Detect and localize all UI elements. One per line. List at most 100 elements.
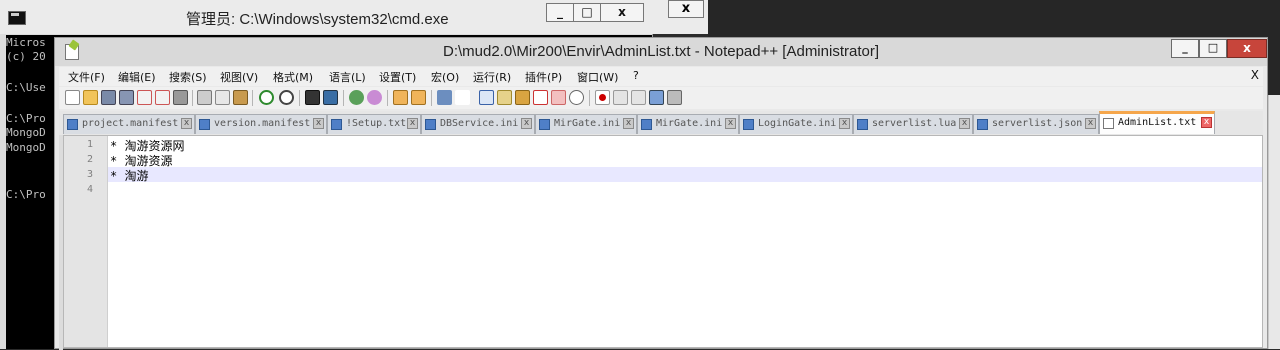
tab-serverlist-json[interactable]: serverlist.json x bbox=[973, 114, 1099, 134]
menu-bar: 文件(F) 编辑(E) 搜索(S) 视图(V) 格式(M) 语言(L) 设置(T… bbox=[59, 67, 1263, 86]
file-icon bbox=[425, 119, 436, 130]
tab-label: project.manifest bbox=[82, 118, 179, 129]
zoom-out-icon[interactable] bbox=[367, 90, 382, 105]
tab-project-manifest[interactable]: project.manifest x bbox=[63, 114, 195, 134]
menu-file[interactable]: 文件(F) bbox=[68, 69, 105, 85]
cmd-close-button[interactable]: x bbox=[600, 3, 644, 22]
tab-close-icon[interactable]: x bbox=[839, 118, 850, 129]
background-window-edge bbox=[1268, 95, 1280, 349]
save-macro-icon[interactable] bbox=[667, 90, 682, 105]
tab-close-icon[interactable]: x bbox=[1085, 118, 1096, 129]
npp-maximize-button[interactable]: □ bbox=[1199, 39, 1227, 58]
monitoring-eye-icon[interactable] bbox=[569, 90, 584, 105]
cmd-line: C:\Use bbox=[6, 81, 46, 94]
toolbar-separator bbox=[252, 90, 253, 106]
tab-version-manifest[interactable]: version.manifest x bbox=[195, 114, 327, 134]
tab-close-icon[interactable]: x bbox=[407, 118, 418, 129]
cmd-line: MongoD bbox=[6, 141, 46, 154]
menu-format[interactable]: 格式(M) bbox=[273, 69, 313, 85]
tab-label: DBService.ini bbox=[440, 118, 519, 129]
menu-settings[interactable]: 设置(T) bbox=[379, 69, 416, 85]
text-editor[interactable]: 1 2 3 4 * 淘游资源网 * 淘游资源 * 淘游 bbox=[63, 135, 1263, 348]
toolbar-separator bbox=[192, 90, 193, 106]
doc-map-icon[interactable] bbox=[497, 90, 512, 105]
file-icon bbox=[199, 119, 210, 130]
tab-close-icon[interactable]: x bbox=[1201, 117, 1212, 128]
run-macro-multiple-icon[interactable] bbox=[649, 90, 664, 105]
tab-close-icon[interactable]: x bbox=[623, 118, 634, 129]
tab-serverlist-lua[interactable]: serverlist.lua x bbox=[853, 114, 973, 134]
cmd-line: Micros bbox=[6, 36, 46, 49]
tab-label: serverlist.json bbox=[992, 118, 1083, 129]
code-line: * 淘游资源 bbox=[110, 154, 173, 168]
tab-close-icon[interactable]: x bbox=[521, 118, 532, 129]
tab-bar: project.manifest x version.manifest x !S… bbox=[59, 111, 1263, 135]
show-all-chars-icon[interactable] bbox=[455, 90, 470, 105]
cmd-maximize-button[interactable]: □ bbox=[573, 3, 601, 22]
open-file-icon[interactable] bbox=[83, 90, 98, 105]
menu-language[interactable]: 语言(L) bbox=[329, 69, 366, 85]
playback-macro-icon[interactable] bbox=[631, 90, 646, 105]
tab-label: AdminList.txt bbox=[1118, 117, 1197, 128]
close-document-icon[interactable]: X bbox=[1251, 68, 1259, 82]
cmd-line: C:\Pro bbox=[6, 188, 46, 201]
cmd-title-bar[interactable]: 管理员: C:\Windows\system32\cmd.exe _ □ x bbox=[0, 0, 652, 34]
undo-icon[interactable] bbox=[259, 90, 274, 105]
save-icon[interactable] bbox=[101, 90, 116, 105]
menu-window[interactable]: 窗口(W) bbox=[577, 69, 618, 85]
new-file-icon[interactable] bbox=[65, 90, 80, 105]
menu-run[interactable]: 运行(R) bbox=[473, 69, 511, 85]
tab-close-icon[interactable]: x bbox=[725, 118, 736, 129]
cmd-window-title: 管理员: C:\Windows\system32\cmd.exe bbox=[186, 11, 449, 28]
indent-guide-icon[interactable] bbox=[479, 90, 494, 105]
tab-close-icon[interactable]: x bbox=[313, 118, 324, 129]
menu-view[interactable]: 视图(V) bbox=[220, 69, 258, 85]
print-icon[interactable] bbox=[173, 90, 188, 105]
background-close-button[interactable]: x bbox=[668, 0, 704, 18]
menu-edit[interactable]: 编辑(E) bbox=[118, 69, 156, 85]
cut-icon[interactable] bbox=[197, 90, 212, 105]
stop-record-icon[interactable] bbox=[613, 90, 628, 105]
menu-help[interactable]: ? bbox=[633, 69, 639, 82]
tab-close-icon[interactable]: x bbox=[959, 118, 970, 129]
npp-minimize-button[interactable]: _ bbox=[1171, 39, 1199, 58]
tab-label: version.manifest bbox=[214, 118, 311, 129]
paste-icon[interactable] bbox=[233, 90, 248, 105]
replace-icon[interactable] bbox=[323, 90, 338, 105]
tab-close-icon[interactable]: x bbox=[181, 118, 192, 129]
function-list-icon[interactable] bbox=[515, 90, 530, 105]
copy-icon[interactable] bbox=[215, 90, 230, 105]
record-macro-icon[interactable] bbox=[595, 90, 610, 105]
npp-title-bar[interactable]: D:\mud2.0\Mir200\Envir\AdminList.txt - N… bbox=[55, 38, 1267, 66]
tab-setup-txt[interactable]: !Setup.txt x bbox=[327, 114, 421, 134]
toolbar-separator bbox=[387, 90, 388, 106]
tab-logingate-ini[interactable]: LoginGate.ini x bbox=[739, 114, 853, 134]
find-icon[interactable] bbox=[305, 90, 320, 105]
close-all-icon[interactable] bbox=[155, 90, 170, 105]
menu-macro[interactable]: 宏(O) bbox=[431, 69, 459, 85]
file-icon bbox=[539, 119, 550, 130]
sync-vertical-icon[interactable] bbox=[393, 90, 408, 105]
cmd-minimize-button[interactable]: _ bbox=[546, 3, 574, 22]
file-icon bbox=[641, 119, 652, 130]
menu-search[interactable]: 搜索(S) bbox=[169, 69, 207, 85]
word-wrap-icon[interactable] bbox=[437, 90, 452, 105]
save-all-icon[interactable] bbox=[119, 90, 134, 105]
folder-workspace-icon[interactable] bbox=[551, 90, 566, 105]
code-line: * 淘游 bbox=[110, 169, 149, 183]
sync-horizontal-icon[interactable] bbox=[411, 90, 426, 105]
cmd-line: MongoD bbox=[6, 126, 46, 139]
tab-label: !Setup.txt bbox=[346, 118, 407, 129]
tab-mirgate-ini[interactable]: MirGate.ini x bbox=[535, 114, 637, 134]
close-file-icon[interactable] bbox=[137, 90, 152, 105]
tab-dbservice-ini[interactable]: DBService.ini x bbox=[421, 114, 535, 134]
redo-icon[interactable] bbox=[279, 90, 294, 105]
fx-icon[interactable] bbox=[533, 90, 548, 105]
menu-plugins[interactable]: 插件(P) bbox=[525, 69, 562, 85]
zoom-in-icon[interactable] bbox=[349, 90, 364, 105]
npp-close-button[interactable]: x bbox=[1227, 39, 1267, 58]
record-dot bbox=[599, 94, 606, 101]
tab-adminlist-txt[interactable]: AdminList.txt x bbox=[1099, 111, 1215, 134]
file-icon bbox=[331, 119, 342, 130]
tab-mirgate-ini-2[interactable]: MirGate.ini x bbox=[637, 114, 739, 134]
